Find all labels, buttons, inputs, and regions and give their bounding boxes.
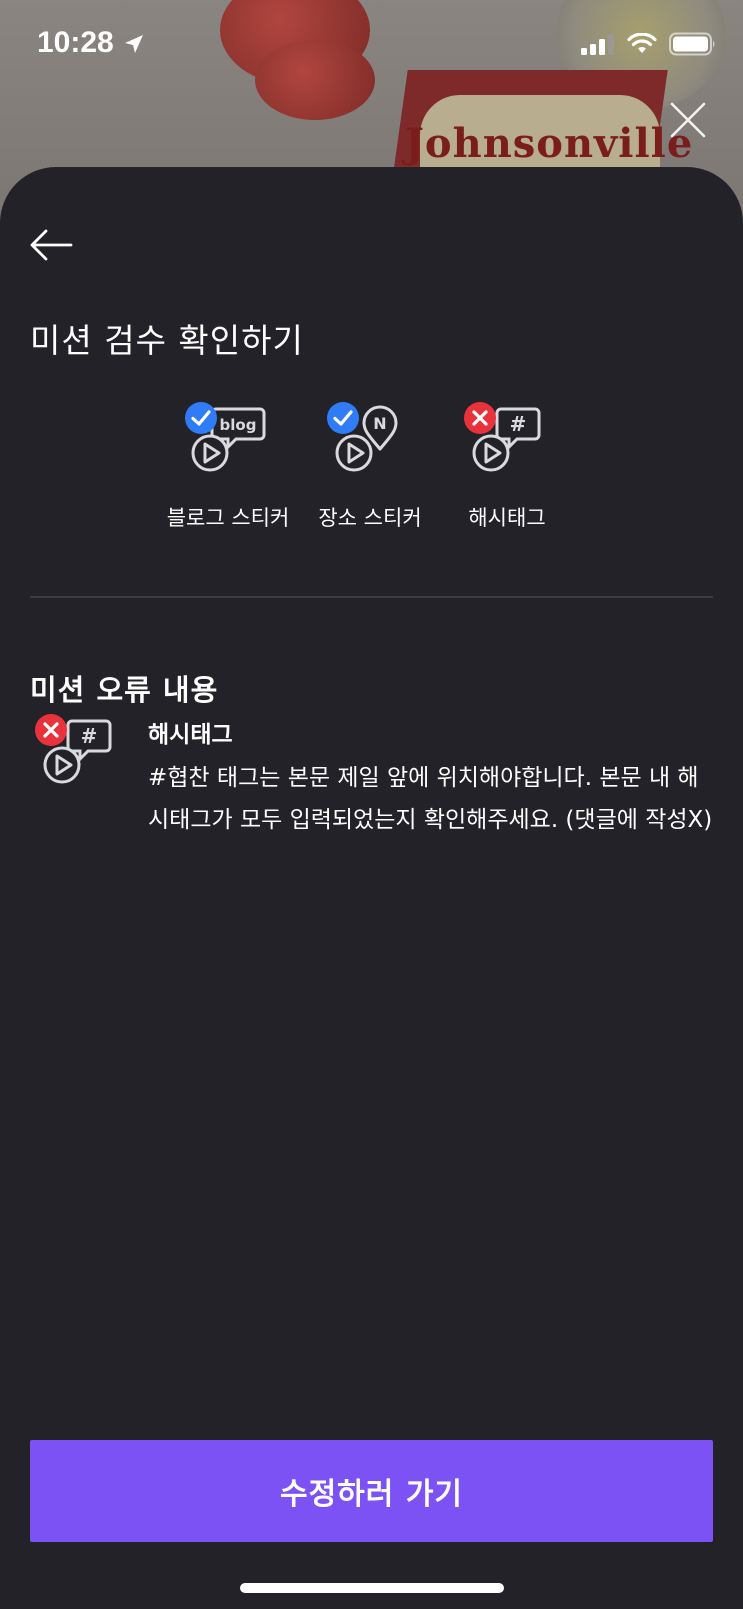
- check-item-badge-text: N: [373, 414, 386, 433]
- screen: Johnsonville 10:28 미션 검수 확인하기 blog 블로그 스…: [0, 0, 743, 1609]
- x-circle-icon: [464, 402, 496, 434]
- check-item-label: 장소 스티커: [318, 506, 422, 530]
- x-circle-icon: [35, 714, 67, 746]
- status-icons: [581, 32, 717, 56]
- check-item-badge-text: #: [510, 412, 527, 436]
- cellular-signal-icon: [581, 34, 614, 55]
- mission-review-sheet: 미션 검수 확인하기 blog 블로그 스티커 N 장소 스티커 # 해시태그 …: [0, 167, 743, 1609]
- check-item-label: 블로그 스티커: [166, 506, 290, 530]
- check-item-label: 해시태그: [468, 506, 546, 530]
- home-indicator: [240, 1583, 504, 1593]
- battery-icon: [669, 32, 715, 56]
- mission-check-list: blog 블로그 스티커 N 장소 스티커 # 해시태그: [0, 402, 743, 545]
- check-circle-icon: [327, 402, 359, 434]
- error-item-description: #협찬 태그는 본문 제일 앞에 위치해야합니다. 본문 내 해시태그가 모두 …: [148, 765, 713, 833]
- blog-sticker-icon-wrap: blog: [185, 402, 268, 475]
- arrow-left-icon[interactable]: [28, 227, 74, 263]
- error-icon-wrap: #: [35, 714, 118, 787]
- check-circle-icon: [185, 402, 217, 434]
- error-badge-text: #: [81, 724, 98, 748]
- page-title: 미션 검수 확인하기: [30, 321, 304, 361]
- check-item-blog-sticker: blog 블로그 스티커: [158, 402, 298, 532]
- hashtag-icon-wrap: #: [464, 402, 547, 475]
- status-time: 10:28: [37, 26, 114, 59]
- location-arrow-icon: [125, 35, 143, 53]
- error-section-title: 미션 오류 내용: [30, 673, 219, 708]
- error-item-title: 해시태그: [148, 722, 233, 748]
- close-icon[interactable]: [668, 100, 708, 140]
- background-brand-text: Johnsonville: [405, 120, 694, 167]
- place-sticker-icon-wrap: N: [327, 402, 410, 475]
- wifi-icon: [627, 33, 657, 53]
- status-bar: 10:28: [0, 0, 743, 90]
- check-item-place-sticker: N 장소 스티커: [300, 402, 440, 532]
- check-item-badge-text: blog: [220, 416, 257, 434]
- go-edit-button[interactable]: 수정하러 가기: [30, 1440, 713, 1542]
- check-item-hashtag: # 해시태그: [437, 402, 577, 532]
- divider: [30, 596, 713, 598]
